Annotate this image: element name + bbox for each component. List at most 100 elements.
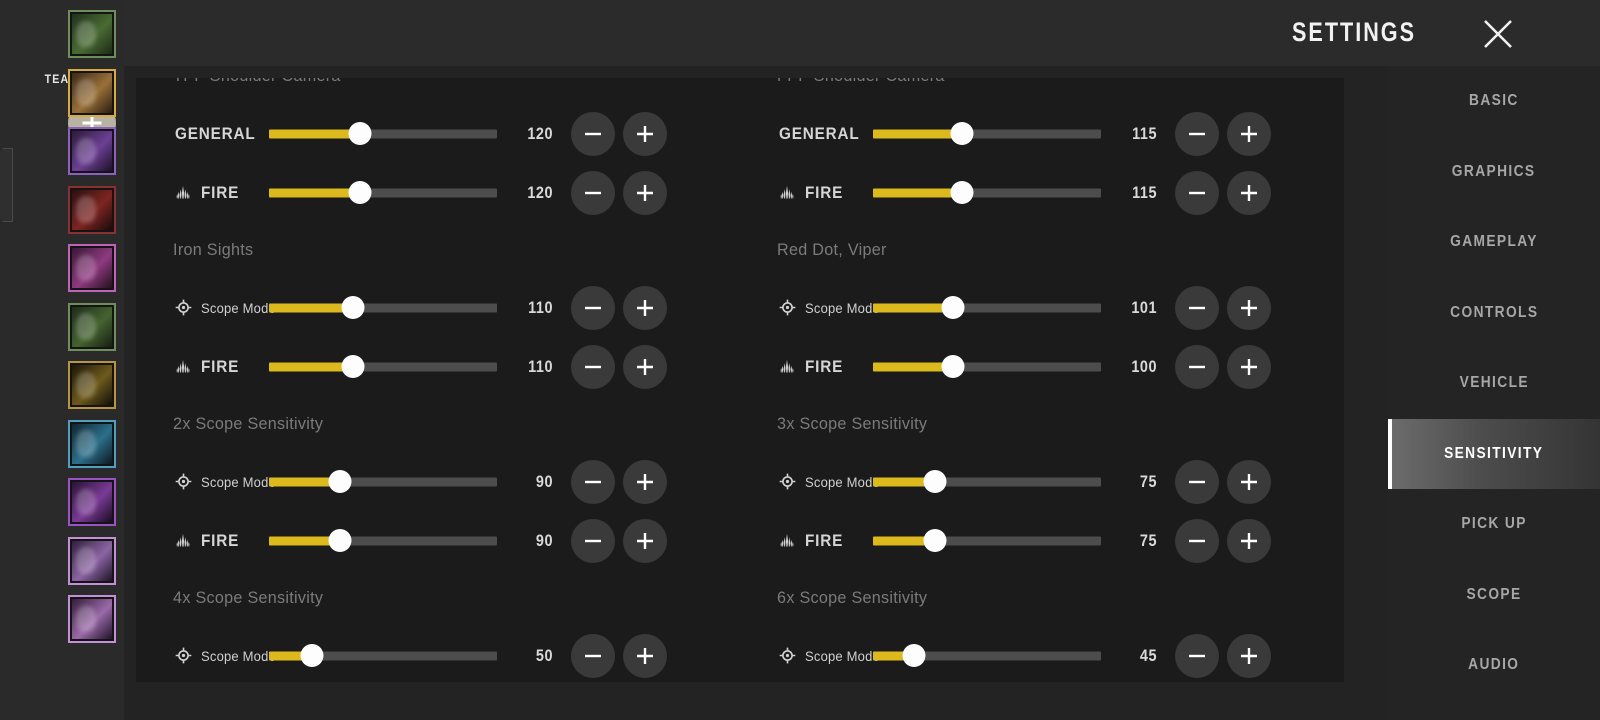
increment-button[interactable]: [623, 170, 667, 215]
increment-button[interactable]: [623, 459, 667, 504]
decrement-button[interactable]: [1175, 285, 1219, 330]
sensitivity-slider[interactable]: [269, 470, 497, 493]
slider-value: 75: [1109, 531, 1157, 551]
avatar-tile-1[interactable]: [68, 10, 116, 58]
decrement-button[interactable]: [1175, 518, 1219, 563]
avatar-tile-6[interactable]: [68, 302, 116, 351]
decrement-button[interactable]: [571, 285, 615, 330]
avatar-tile-3[interactable]: [68, 127, 116, 175]
stepper-group: [571, 111, 667, 156]
sensitivity-slider[interactable]: [269, 181, 497, 204]
avatar-tile-10[interactable]: [68, 536, 116, 585]
minus-icon: [1189, 132, 1205, 135]
slider-thumb[interactable]: [348, 181, 372, 204]
sensitivity-slider[interactable]: [873, 355, 1101, 378]
plus-icon: [1241, 358, 1257, 375]
decrement-button[interactable]: [571, 170, 615, 215]
avatar-tile-5[interactable]: [68, 244, 116, 292]
increment-button[interactable]: [623, 518, 667, 563]
tab-pick-up[interactable]: PICK UP: [1388, 489, 1600, 560]
increment-button[interactable]: [1227, 285, 1271, 330]
increment-button[interactable]: [623, 633, 667, 678]
sensitivity-slider[interactable]: [873, 122, 1101, 145]
slider-thumb[interactable]: [328, 470, 352, 493]
minus-icon: [585, 191, 601, 194]
increment-button[interactable]: [1227, 170, 1271, 215]
increment-button[interactable]: [623, 111, 667, 156]
sensitivity-slider[interactable]: [873, 644, 1101, 667]
increment-button[interactable]: [1227, 633, 1271, 678]
increment-button[interactable]: [623, 344, 667, 389]
decrement-button[interactable]: [1175, 344, 1219, 389]
increment-button[interactable]: [623, 285, 667, 330]
slider-thumb[interactable]: [950, 181, 974, 204]
row-label-group: FIRE: [175, 163, 243, 222]
row-fire: FIRE 90: [136, 511, 740, 570]
tab-gameplay[interactable]: GAMEPLAY: [1388, 207, 1600, 278]
slider-thumb[interactable]: [902, 644, 926, 667]
tab-audio[interactable]: AUDIO: [1388, 630, 1600, 701]
scope-icon: [175, 647, 192, 664]
avatar-tile-4[interactable]: [68, 185, 116, 234]
decrement-button[interactable]: [571, 111, 615, 156]
slider-thumb[interactable]: [941, 355, 965, 378]
increment-button[interactable]: [1227, 518, 1271, 563]
decrement-button[interactable]: [571, 633, 615, 678]
slider-thumb[interactable]: [328, 529, 352, 552]
close-button[interactable]: [1480, 16, 1516, 52]
decrement-button[interactable]: [1175, 111, 1219, 156]
avatar-tile-7[interactable]: [68, 361, 116, 409]
tab-label: GRAPHICS: [1452, 162, 1536, 180]
rail-collapse-handle[interactable]: [0, 148, 13, 222]
tab-sensitivity[interactable]: SENSITIVITY: [1388, 418, 1600, 489]
sensitivity-slider[interactable]: [873, 181, 1101, 204]
decrement-button[interactable]: [571, 344, 615, 389]
minus-icon: [1189, 306, 1205, 309]
tab-vehicle[interactable]: VEHICLE: [1388, 348, 1600, 419]
tab-basic[interactable]: BASIC: [1388, 66, 1600, 137]
avatar-tile-11[interactable]: [68, 595, 116, 643]
sensitivity-slider[interactable]: [873, 470, 1101, 493]
sensitivity-slider[interactable]: [269, 296, 497, 319]
slider-thumb[interactable]: [348, 122, 372, 145]
sensitivity-slider[interactable]: [269, 355, 497, 378]
increment-button[interactable]: [1227, 344, 1271, 389]
slider-thumb[interactable]: [950, 122, 974, 145]
plus-icon: [1241, 473, 1257, 490]
slider-thumb[interactable]: [923, 470, 947, 493]
decrement-button[interactable]: [1175, 633, 1219, 678]
slider-thumb[interactable]: [300, 644, 324, 667]
row-scope-mode: Scope Mode 45: [740, 626, 1344, 682]
slider-fill: [873, 188, 962, 197]
row-label-group: FIRE: [175, 337, 243, 396]
sensitivity-slider[interactable]: [873, 296, 1101, 319]
row-scope-mode: Scope Mode 50: [136, 626, 740, 682]
page-title: SETTINGS: [1291, 17, 1416, 47]
increment-button[interactable]: [1227, 459, 1271, 504]
minus-icon: [585, 132, 601, 135]
sensitivity-slider[interactable]: [269, 122, 497, 145]
top-bar: SETTINGS: [124, 0, 1600, 66]
sensitivity-slider[interactable]: [269, 529, 497, 552]
increment-button[interactable]: [1227, 111, 1271, 156]
slider-thumb[interactable]: [341, 296, 365, 319]
avatar-tile-9[interactable]: [68, 478, 116, 526]
slider-value: 110: [505, 357, 553, 377]
decrement-button[interactable]: [1175, 170, 1219, 215]
row-label-text: FIRE: [805, 530, 844, 550]
sensitivity-slider[interactable]: [873, 529, 1101, 552]
slider-value: 75: [1109, 472, 1157, 492]
decrement-button[interactable]: [571, 518, 615, 563]
avatar-tile-2[interactable]: [68, 68, 116, 117]
tab-scope[interactable]: SCOPE: [1388, 560, 1600, 631]
row-label-group: Scope Mode: [779, 278, 886, 337]
slider-thumb[interactable]: [941, 296, 965, 319]
tab-graphics[interactable]: GRAPHICS: [1388, 137, 1600, 208]
avatar-tile-8[interactable]: [68, 419, 116, 468]
sensitivity-slider[interactable]: [269, 644, 497, 667]
slider-thumb[interactable]: [341, 355, 365, 378]
slider-thumb[interactable]: [923, 529, 947, 552]
decrement-button[interactable]: [571, 459, 615, 504]
decrement-button[interactable]: [1175, 459, 1219, 504]
tab-controls[interactable]: CONTROLS: [1388, 278, 1600, 349]
